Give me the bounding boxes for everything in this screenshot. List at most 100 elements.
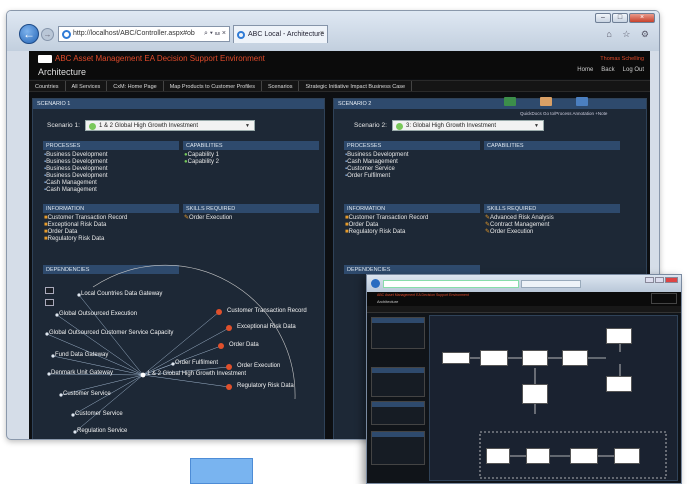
- flow-node[interactable]: [606, 376, 632, 392]
- graph-node-label[interactable]: Denmark Unit Gateway: [51, 370, 113, 376]
- processes-list: ▪Business Development ▪Cash Management ▪…: [345, 152, 409, 180]
- list-item[interactable]: ▪Business Development: [345, 152, 409, 159]
- overlay-menu: [367, 306, 681, 313]
- main-menu: Countries All Services CxM: Home Page Ma…: [29, 80, 650, 92]
- overlay-side-panel: [371, 317, 425, 349]
- menu-item-countries[interactable]: Countries: [29, 81, 66, 91]
- close-button[interactable]: [665, 277, 678, 283]
- list-item[interactable]: ■Regulatory Risk Data: [345, 229, 428, 236]
- close-button[interactable]: ×: [629, 13, 655, 23]
- scenario-1-panel: SCENARIO 1 Scenario 1: 1 & 2 Global High…: [32, 98, 325, 439]
- back-icon[interactable]: [371, 279, 380, 288]
- address-bar[interactable]: [383, 280, 519, 288]
- process-flow-canvas: [429, 315, 678, 481]
- scenario-2-selected: 3: Global High Growth Investment: [406, 123, 497, 129]
- home-link[interactable]: Home: [577, 67, 593, 73]
- minimize-button[interactable]: –: [595, 13, 611, 23]
- graph-node-label[interactable]: Regulatory Risk Data: [237, 383, 294, 389]
- graph-node-label[interactable]: Order Fulfilment: [175, 360, 218, 366]
- back-link[interactable]: Back: [601, 67, 614, 73]
- menu-item-scenarios[interactable]: Scenarios: [262, 81, 300, 91]
- logout-link[interactable]: Log Out: [623, 67, 644, 73]
- graph-node-label[interactable]: Regulation Service: [77, 428, 127, 434]
- maximize-button[interactable]: □: [612, 13, 628, 23]
- flow-node[interactable]: [480, 350, 508, 366]
- graph-node-label[interactable]: Customer Service: [75, 411, 123, 417]
- browser-tab[interactable]: ABC Local - Architecture ×: [233, 25, 328, 43]
- minimize-button[interactable]: [645, 277, 654, 283]
- graph-center-node[interactable]: [140, 372, 146, 378]
- graph-node-label[interactable]: Customer Service: [63, 391, 111, 397]
- graph-center-label[interactable]: 1 & 2 Global High Growth Investment: [147, 371, 246, 377]
- scenario-2-label: Scenario 2:: [354, 122, 387, 129]
- graph-node-label[interactable]: Order Data: [229, 342, 259, 348]
- list-item[interactable]: ■Customer Transaction Record: [345, 215, 428, 222]
- highlight-box: [190, 458, 253, 484]
- information-list: ■Customer Transaction Record ■Order Data…: [345, 215, 428, 236]
- list-item[interactable]: ■Order Data: [345, 222, 428, 229]
- address-text: http://localhost/ABC/Controller.aspx#ob: [73, 30, 195, 37]
- header-links: Home Back Log Out: [577, 67, 644, 73]
- process-flow-diagram: [470, 342, 667, 479]
- information-header: INFORMATION: [344, 204, 480, 213]
- graph-node-label[interactable]: Exceptional Risk Data: [237, 324, 296, 330]
- list-item[interactable]: ✎Contract Management: [485, 222, 554, 229]
- graph-node-label[interactable]: Global Outsourced Execution: [59, 311, 137, 317]
- menu-item-cxm-home[interactable]: CxM: Home Page: [107, 81, 164, 91]
- tab-title: ABC Local - Architecture: [248, 31, 325, 38]
- overlay-side-panel: [371, 431, 425, 465]
- overlay-window: ABC Asset Management EA Decision Support…: [366, 274, 682, 484]
- list-item[interactable]: ▪Customer Service: [345, 166, 409, 173]
- flow-node[interactable]: [526, 448, 550, 464]
- forward-icon[interactable]: →: [41, 28, 54, 41]
- dependencies-header: DEPENDENCIES: [344, 265, 480, 274]
- overlay-browser-chrome: [367, 275, 681, 292]
- scenario-2-toolbar: [504, 97, 588, 106]
- flow-node[interactable]: [442, 352, 470, 364]
- scenario-2-header: SCENARIO 2: [334, 99, 646, 109]
- window-controls: – □ ×: [595, 13, 655, 23]
- back-icon[interactable]: ←: [19, 24, 39, 44]
- quickdocs-icon[interactable]: [504, 97, 516, 106]
- graph-node-label[interactable]: Fund Data Gateway: [55, 352, 108, 358]
- graph-node-label[interactable]: Order Execution: [237, 363, 280, 369]
- status-dot-icon: [396, 123, 403, 130]
- flow-node[interactable]: [614, 448, 640, 464]
- list-item[interactable]: ✎Advanced Risk Analysis: [485, 215, 554, 222]
- overlay-side-panel: [371, 401, 425, 425]
- maximize-button[interactable]: [655, 277, 664, 283]
- flow-node[interactable]: [522, 384, 548, 404]
- overlay-app-name: ABC Asset Management EA Decision Support…: [377, 293, 469, 297]
- toolbar-icons[interactable]: ⌂ ☆ ⚙: [606, 29, 653, 40]
- flow-node[interactable]: [562, 350, 588, 366]
- skills-list: ✎Advanced Risk Analysis ✎Contract Manage…: [485, 215, 554, 236]
- graph-node[interactable]: [226, 364, 232, 370]
- list-item[interactable]: ▪Cash Management: [345, 159, 409, 166]
- menu-item-map-products[interactable]: Map Products to Customer Profiles: [164, 81, 262, 91]
- browser-tab[interactable]: [521, 280, 581, 288]
- window-controls: [645, 277, 678, 283]
- flow-node[interactable]: [522, 350, 548, 366]
- graph-node-label[interactable]: Customer Transaction Record: [227, 308, 307, 314]
- flow-node[interactable]: [486, 448, 510, 464]
- menu-item-all-services[interactable]: All Services: [66, 81, 108, 91]
- address-bar[interactable]: http://localhost/ABC/Controller.aspx#ob …: [58, 26, 230, 42]
- address-controls[interactable]: ⌕ ▾ ☳ ×: [204, 30, 226, 38]
- overlay-page-title: Architecture: [377, 299, 399, 304]
- graph-node-label[interactable]: Global Outsourced Customer Service Capac…: [49, 330, 173, 336]
- list-item[interactable]: ✎Order Execution: [485, 229, 554, 236]
- graph-node[interactable]: [216, 309, 222, 315]
- graph-node[interactable]: [226, 384, 232, 390]
- menu-item-business-case[interactable]: Strategic Initiative Impact Business Cas…: [299, 81, 413, 91]
- graph-node[interactable]: [226, 325, 232, 331]
- user-name: Thomas Schelling: [600, 56, 644, 62]
- graph-node[interactable]: [218, 343, 224, 349]
- close-tab-icon[interactable]: ×: [320, 30, 324, 37]
- scenario-2-select[interactable]: 3: Global High Growth Investment ▼: [392, 120, 544, 131]
- flow-node[interactable]: [606, 328, 632, 344]
- process-icon[interactable]: [540, 97, 552, 106]
- graph-node-label[interactable]: Local Countries Data Gateway: [81, 291, 162, 297]
- flow-node[interactable]: [570, 448, 598, 464]
- list-item[interactable]: ▪Order Fulfilment: [345, 173, 409, 180]
- annotation-icon[interactable]: [576, 97, 588, 106]
